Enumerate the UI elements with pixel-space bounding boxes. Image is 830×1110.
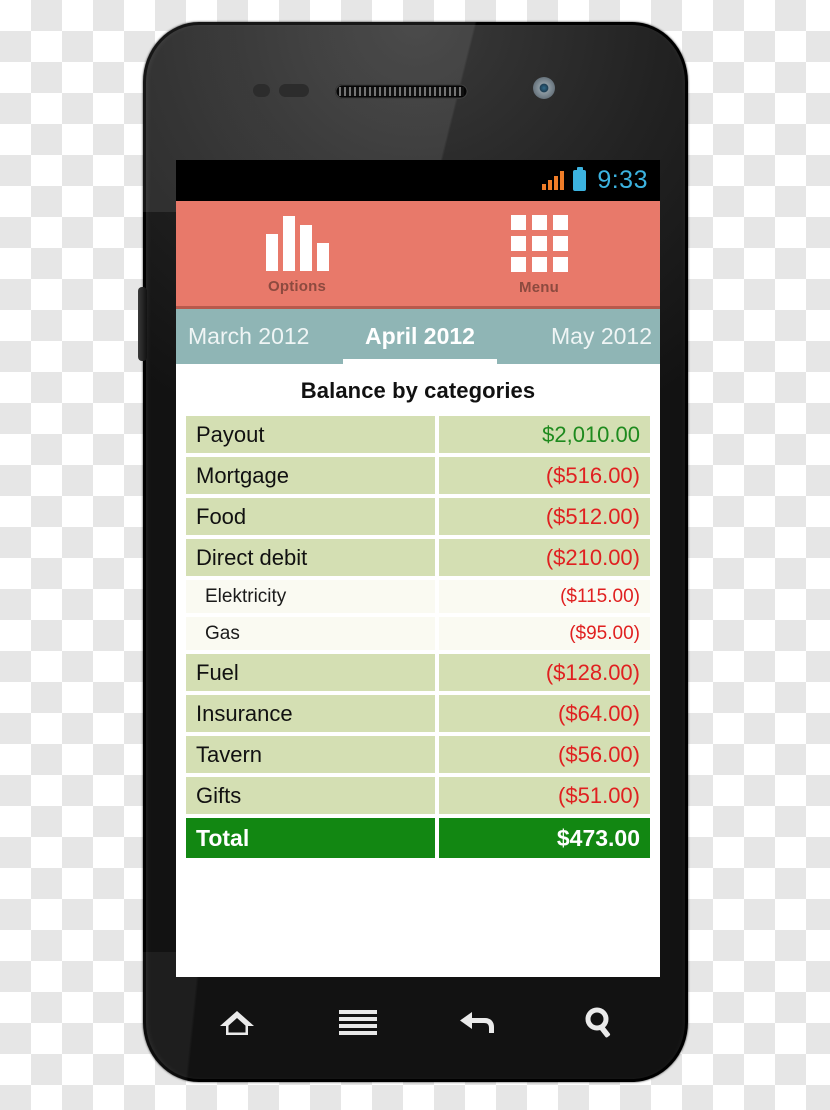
page-title: Balance by categories (300, 378, 536, 403)
bar-chart-icon (265, 216, 329, 271)
battery-icon (573, 167, 587, 191)
category-amount: ($51.00) (439, 777, 650, 814)
menu-icon (338, 1010, 377, 1035)
status-bar-clock: 9:33 (597, 166, 648, 194)
light-sensor (279, 84, 309, 97)
subcategory-label: Gas (186, 617, 435, 650)
month-tab-bar: March 2012 April 2012 May 2012 (176, 309, 660, 364)
subcategory-amount: ($115.00) (439, 580, 650, 613)
subcategory-amount: ($95.00) (439, 617, 650, 650)
table-subrow[interactable]: Elektricity ($115.00) (186, 580, 650, 613)
category-amount: ($516.00) (439, 457, 650, 494)
table-row[interactable]: Direct debit ($210.00) (186, 539, 650, 576)
proximity-sensor (253, 84, 270, 97)
tab-march-2012[interactable]: March 2012 (176, 309, 343, 364)
table-row[interactable]: Tavern ($56.00) (186, 736, 650, 773)
front-camera (533, 77, 555, 99)
nav-search-button[interactable] (569, 999, 631, 1047)
content-area: Balance by categories Payout $2,010.00 M… (176, 364, 660, 858)
subcategory-label: Elektricity (186, 580, 435, 613)
category-label: Insurance (186, 695, 435, 732)
earpiece-speaker (335, 84, 468, 99)
category-label: Gifts (186, 777, 435, 814)
signal-bars-icon (542, 171, 565, 190)
options-button[interactable]: Options (176, 201, 418, 306)
category-amount: ($512.00) (439, 498, 650, 535)
options-button-label: Options (267, 278, 327, 295)
category-label: Direct debit (186, 539, 435, 576)
volume-rocker-button[interactable] (138, 287, 147, 361)
search-icon (582, 1006, 618, 1040)
back-arrow-icon (458, 1007, 500, 1039)
home-icon (217, 1007, 257, 1039)
category-label: Tavern (186, 736, 435, 773)
category-amount: ($210.00) (439, 539, 650, 576)
category-amount: $2,010.00 (439, 416, 650, 453)
nav-home-button[interactable] (206, 999, 268, 1047)
table-row[interactable]: Fuel ($128.00) (186, 654, 650, 691)
menu-button[interactable]: Menu (418, 201, 660, 306)
navigation-bar (176, 985, 660, 1060)
menu-button-label: Menu (519, 279, 559, 296)
total-amount: $473.00 (439, 818, 650, 858)
table-row[interactable]: Insurance ($64.00) (186, 695, 650, 732)
category-label: Fuel (186, 654, 435, 691)
category-label: Payout (186, 416, 435, 453)
balance-table: Payout $2,010.00 Mortgage ($516.00) Food… (176, 416, 660, 858)
table-total-row: Total $473.00 (186, 818, 650, 858)
category-amount: ($128.00) (439, 654, 650, 691)
nav-back-button[interactable] (448, 999, 510, 1047)
table-row[interactable]: Food ($512.00) (186, 498, 650, 535)
total-label: Total (186, 818, 435, 858)
tab-april-2012[interactable]: April 2012 (342, 309, 498, 364)
earpiece-mesh (339, 87, 464, 96)
phone-screen: 9:33 Options Menu March 2012 April 2012 … (176, 160, 660, 977)
nav-menu-button[interactable] (327, 999, 389, 1047)
action-bar: Options Menu (176, 201, 660, 309)
status-bar: 9:33 (176, 160, 660, 201)
category-label: Food (186, 498, 435, 535)
tab-may-2012[interactable]: May 2012 (497, 309, 660, 364)
category-amount: ($56.00) (439, 736, 650, 773)
category-amount: ($64.00) (439, 695, 650, 732)
table-subrow[interactable]: Gas ($95.00) (186, 617, 650, 650)
table-row[interactable]: Mortgage ($516.00) (186, 457, 650, 494)
phone-device: 9:33 Options Menu March 2012 April 2012 … (138, 22, 688, 1082)
table-row[interactable]: Payout $2,010.00 (186, 416, 650, 453)
grid-menu-icon (510, 215, 568, 272)
category-label: Mortgage (186, 457, 435, 494)
table-row[interactable]: Gifts ($51.00) (186, 777, 650, 814)
